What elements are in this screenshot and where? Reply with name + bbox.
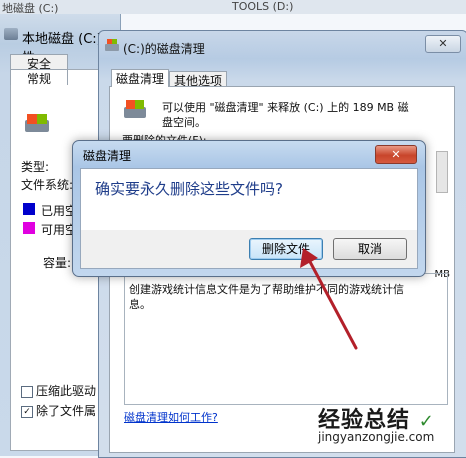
confirm-delete-dialog: 磁盘清理 ✕ 确实要永久删除这些文件吗? 删除文件 取消	[72, 140, 426, 277]
watermark-url: jingyanzongjie.com	[318, 430, 435, 444]
cleanup-close-button[interactable]: ✕	[425, 35, 461, 53]
watermark-check-icon: ✓	[418, 411, 435, 432]
delete-files-button[interactable]: 删除文件	[249, 238, 323, 260]
free-space-swatch	[23, 222, 35, 234]
index-label: 除了文件属	[36, 404, 97, 418]
tab-general[interactable]: 常规	[10, 69, 68, 86]
description-text-line2: 息。	[129, 298, 151, 311]
disk-icon	[124, 100, 146, 118]
confirm-message: 确实要永久删除这些文件吗?	[95, 180, 283, 198]
dialog-footer: 删除文件 取消	[80, 230, 418, 269]
disk-icon	[25, 114, 49, 132]
tab-security[interactable]: 安全	[10, 54, 68, 71]
compress-checkbox[interactable]	[21, 385, 33, 398]
capacity-label: 容量:	[43, 256, 72, 270]
dialog-title: 磁盘清理	[83, 149, 132, 163]
cleanup-description-line2: 盘空间。	[162, 116, 206, 129]
drive-icon	[4, 28, 18, 40]
compress-label: 压缩此驱动	[36, 384, 97, 398]
drive-d-label: TOOLS (D:)	[232, 0, 294, 13]
cleanup-icon	[105, 39, 119, 51]
compress-checkbox-row[interactable]: 压缩此驱动	[21, 382, 96, 399]
how-cleanup-works-link[interactable]: 磁盘清理如何工作?	[124, 409, 218, 425]
tab-other-options[interactable]: 其他选项	[169, 71, 227, 88]
type-label: 类型:	[21, 160, 50, 174]
tab-disk-cleanup[interactable]: 磁盘清理	[111, 69, 169, 87]
dialog-body: 确实要永久删除这些文件吗?	[80, 168, 418, 232]
filesystem-label: 文件系统:	[21, 178, 74, 192]
index-checkbox[interactable]: ✓	[21, 405, 33, 418]
cleanup-description-line1: 可以使用 "磁盘清理" 来释放 (C:) 上的 189 MB 磁	[162, 101, 409, 114]
file-list-scrollbar[interactable]	[436, 151, 448, 193]
description-box: 创建游戏统计信息文件是为了帮助维护不同的游戏统计信 息。	[124, 273, 448, 405]
cancel-button[interactable]: 取消	[333, 238, 407, 260]
description-text-line1: 创建游戏统计信息文件是为了帮助维护不同的游戏统计信	[129, 283, 404, 296]
dialog-close-button[interactable]: ✕	[375, 145, 417, 164]
used-space-swatch	[23, 203, 35, 215]
background-taskbar-strip: 地磁盘 (C:) TOOLS (D:)	[0, 0, 466, 15]
cleanup-window-title: (C:)的磁盘清理	[123, 42, 205, 56]
index-checkbox-row[interactable]: ✓ 除了文件属	[21, 402, 96, 419]
